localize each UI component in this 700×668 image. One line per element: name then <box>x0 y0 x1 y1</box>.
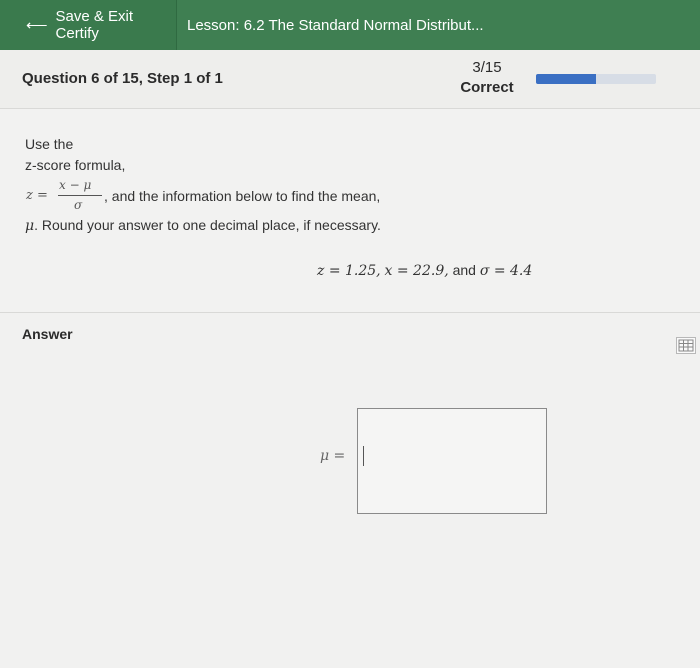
given-and: and <box>452 262 476 278</box>
question-body: Use the z-score formula, z = x − μ σ , a… <box>0 109 700 313</box>
text-cursor <box>363 446 364 466</box>
answer-label: Answer <box>22 326 73 342</box>
given-values: z = 1.25, x = 22.9, and σ = 4.4 <box>317 262 532 279</box>
mu-answer-input[interactable] <box>357 408 547 514</box>
save-exit-label: Save & Exit Certify <box>55 8 134 42</box>
top-bar: ⟵ Save & Exit Certify Lesson: 6.2 The St… <box>0 0 700 50</box>
formula-numerator: x − μ <box>59 178 92 192</box>
mu-symbol: μ <box>25 218 35 234</box>
intro-text: Use the <box>25 136 74 152</box>
formula-intro-text: z-score formula, <box>25 157 126 173</box>
rounding-text: . Round your answer to one decimal place… <box>34 217 381 233</box>
mu-answer-label: μ = <box>320 448 346 464</box>
formula-lhs: z = <box>26 188 48 203</box>
save-exit-button[interactable]: ⟵ Save & Exit Certify <box>0 0 177 50</box>
question-header: Question 6 of 15, Step 1 of 1 3/15 Corre… <box>0 50 700 109</box>
given-x: x = 22.9, <box>384 263 449 279</box>
score-indicator: 3/15 Correct <box>452 58 522 98</box>
progress-bar <box>536 74 656 84</box>
given-sigma: σ = 4.4 <box>479 263 533 279</box>
keypad-grid-icon[interactable] <box>676 337 696 354</box>
formula-fraction-bar <box>58 195 102 196</box>
rounding-instruction: μ. Round your answer to one decimal plac… <box>25 217 381 234</box>
lesson-title: Lesson: 6.2 The Standard Normal Distribu… <box>187 16 484 34</box>
score-fraction: 3/15 <box>472 59 502 76</box>
score-status: Correct <box>460 79 514 96</box>
formula-followup-text: , and the information below to find the … <box>104 188 381 204</box>
given-z: z = 1.25, <box>317 263 381 279</box>
progress-bar-fill <box>536 74 596 84</box>
question-step-label: Question 6 of 15, Step 1 of 1 <box>22 70 223 87</box>
grid-icon-svg <box>678 339 694 352</box>
formula-denominator: σ <box>74 198 83 212</box>
back-arrow-icon: ⟵ <box>26 17 48 34</box>
